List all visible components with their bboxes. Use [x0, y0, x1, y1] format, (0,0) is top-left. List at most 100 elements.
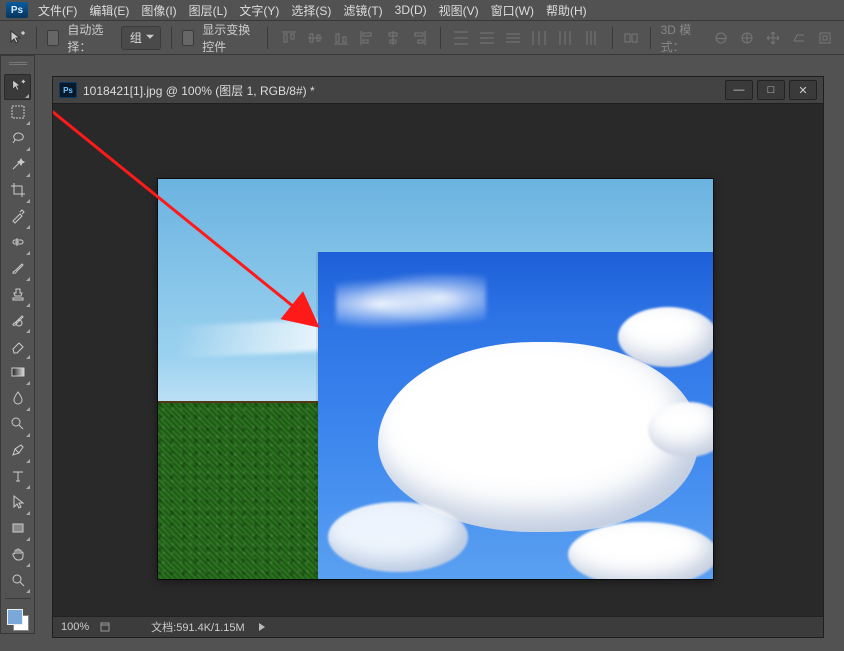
lasso-icon [10, 130, 26, 149]
align-hcenter-icon[interactable] [382, 27, 404, 49]
hand-icon [10, 546, 26, 565]
align-bottom-icon[interactable] [330, 27, 352, 49]
auto-select-value: 组 [130, 29, 142, 46]
type-icon [10, 468, 26, 487]
wand-icon [10, 156, 26, 175]
menu-image[interactable]: 图像(I) [139, 1, 178, 20]
distribute-2-icon[interactable] [476, 27, 498, 49]
eyedropper-icon [10, 208, 26, 227]
move-tool[interactable] [4, 74, 31, 100]
path-selection-tool[interactable] [4, 490, 31, 516]
gradient-tool[interactable] [4, 360, 31, 386]
menu-bar: Ps 文件(F) 编辑(E) 图像(I) 图层(L) 文字(Y) 选择(S) 滤… [0, 0, 844, 20]
crop-icon [10, 182, 26, 201]
layer-clouds [318, 252, 713, 579]
menu-file[interactable]: 文件(F) [36, 1, 79, 20]
align-vcenter-icon[interactable] [304, 27, 326, 49]
brush-tool[interactable] [4, 256, 31, 282]
distribute-group [450, 27, 602, 49]
path-select-icon [10, 494, 26, 513]
document-titlebar: Ps 1018421[1].jpg @ 100% (图层 1, RGB/8#) … [53, 77, 823, 104]
doc-info-flyout-icon[interactable] [259, 623, 269, 631]
blur-icon [10, 390, 26, 409]
history-brush-icon [10, 312, 26, 331]
window-minimize-button[interactable]: — [725, 80, 753, 100]
app-logo: Ps [6, 2, 28, 18]
3d-pan-icon[interactable] [762, 27, 784, 49]
3d-roll-icon[interactable] [736, 27, 758, 49]
menu-select[interactable]: 选择(S) [289, 1, 333, 20]
lasso-tool[interactable] [4, 126, 31, 152]
toolbox-handle[interactable] [5, 58, 30, 68]
move-icon [10, 78, 26, 97]
menu-3d[interactable]: 3D(D) [393, 2, 429, 18]
brush-icon [10, 260, 26, 279]
menu-edit[interactable]: 编辑(E) [87, 1, 131, 20]
dodge-tool[interactable] [4, 412, 31, 438]
doc-info: 文档:591.4K/1.15M [151, 619, 245, 635]
distribute-4-icon[interactable] [528, 27, 550, 49]
rectangle-tool[interactable] [4, 516, 31, 542]
marquee-tool[interactable] [4, 100, 31, 126]
zoom-tool[interactable] [4, 568, 31, 594]
3d-scale-icon[interactable] [814, 27, 836, 49]
align-left-icon[interactable] [356, 27, 378, 49]
stamp-icon [10, 286, 26, 305]
options-bar: 自动选择： 组 显示变换控件 3D 模式： [0, 20, 844, 55]
tab-ps-icon: Ps [59, 82, 77, 98]
crop-tool[interactable] [4, 178, 31, 204]
history-brush-tool[interactable] [4, 308, 31, 334]
status-bar: 100% 文档:591.4K/1.15M [53, 616, 823, 637]
menu-layer[interactable]: 图层(L) [187, 1, 230, 20]
cloud-small-4 [568, 522, 713, 579]
pen-tool[interactable] [4, 438, 31, 464]
zoom-popup-icon[interactable] [99, 621, 111, 633]
color-swatches[interactable] [5, 607, 31, 633]
auto-select-dropdown[interactable]: 组 [121, 26, 161, 50]
clone-stamp-tool[interactable] [4, 282, 31, 308]
eyedropper-tool[interactable] [4, 204, 31, 230]
healing-icon [10, 234, 26, 253]
show-transform-label: 显示变换控件 [202, 21, 257, 55]
menu-help[interactable]: 帮助(H) [544, 1, 589, 20]
current-tool-icon[interactable] [8, 28, 26, 48]
eraser-icon [10, 338, 26, 357]
window-close-button[interactable]: ✕ [789, 80, 817, 100]
pen-icon [10, 442, 26, 461]
distribute-5-icon[interactable] [554, 27, 576, 49]
distribute-3-icon[interactable] [502, 27, 524, 49]
healing-brush-tool[interactable] [4, 230, 31, 256]
menu-filter[interactable]: 滤镜(T) [341, 1, 384, 20]
hand-tool[interactable] [4, 542, 31, 568]
menu-view[interactable]: 视图(V) [437, 1, 481, 20]
align-right-icon[interactable] [408, 27, 430, 49]
3d-orbit-icon[interactable] [710, 27, 732, 49]
menu-type[interactable]: 文字(Y) [237, 1, 281, 20]
toolbox [0, 55, 35, 634]
auto-align-icon[interactable] [623, 27, 640, 49]
window-maximize-button[interactable]: □ [757, 80, 785, 100]
auto-select-checkbox[interactable] [47, 30, 60, 46]
zoom-value[interactable]: 100% [61, 621, 89, 633]
cloud-small-3 [328, 502, 468, 572]
magic-wand-tool[interactable] [4, 152, 31, 178]
auto-select-label: 自动选择： [67, 21, 113, 55]
canvas-image [158, 179, 713, 579]
menu-window[interactable]: 窗口(W) [489, 1, 536, 20]
eraser-tool[interactable] [4, 334, 31, 360]
3d-mode-group [710, 27, 836, 49]
dodge-icon [10, 416, 26, 435]
show-transform-checkbox[interactable] [182, 30, 195, 46]
zoom-icon [10, 572, 26, 591]
gradient-icon [10, 364, 26, 383]
distribute-6-icon[interactable] [580, 27, 602, 49]
align-top-icon[interactable] [278, 27, 300, 49]
blur-tool[interactable] [4, 386, 31, 412]
canvas-area[interactable] [53, 104, 823, 618]
3d-slide-icon[interactable] [788, 27, 810, 49]
marquee-icon [10, 104, 26, 123]
align-group [278, 27, 430, 49]
foreground-color-swatch[interactable] [7, 609, 23, 625]
type-tool[interactable] [4, 464, 31, 490]
distribute-1-icon[interactable] [450, 27, 472, 49]
